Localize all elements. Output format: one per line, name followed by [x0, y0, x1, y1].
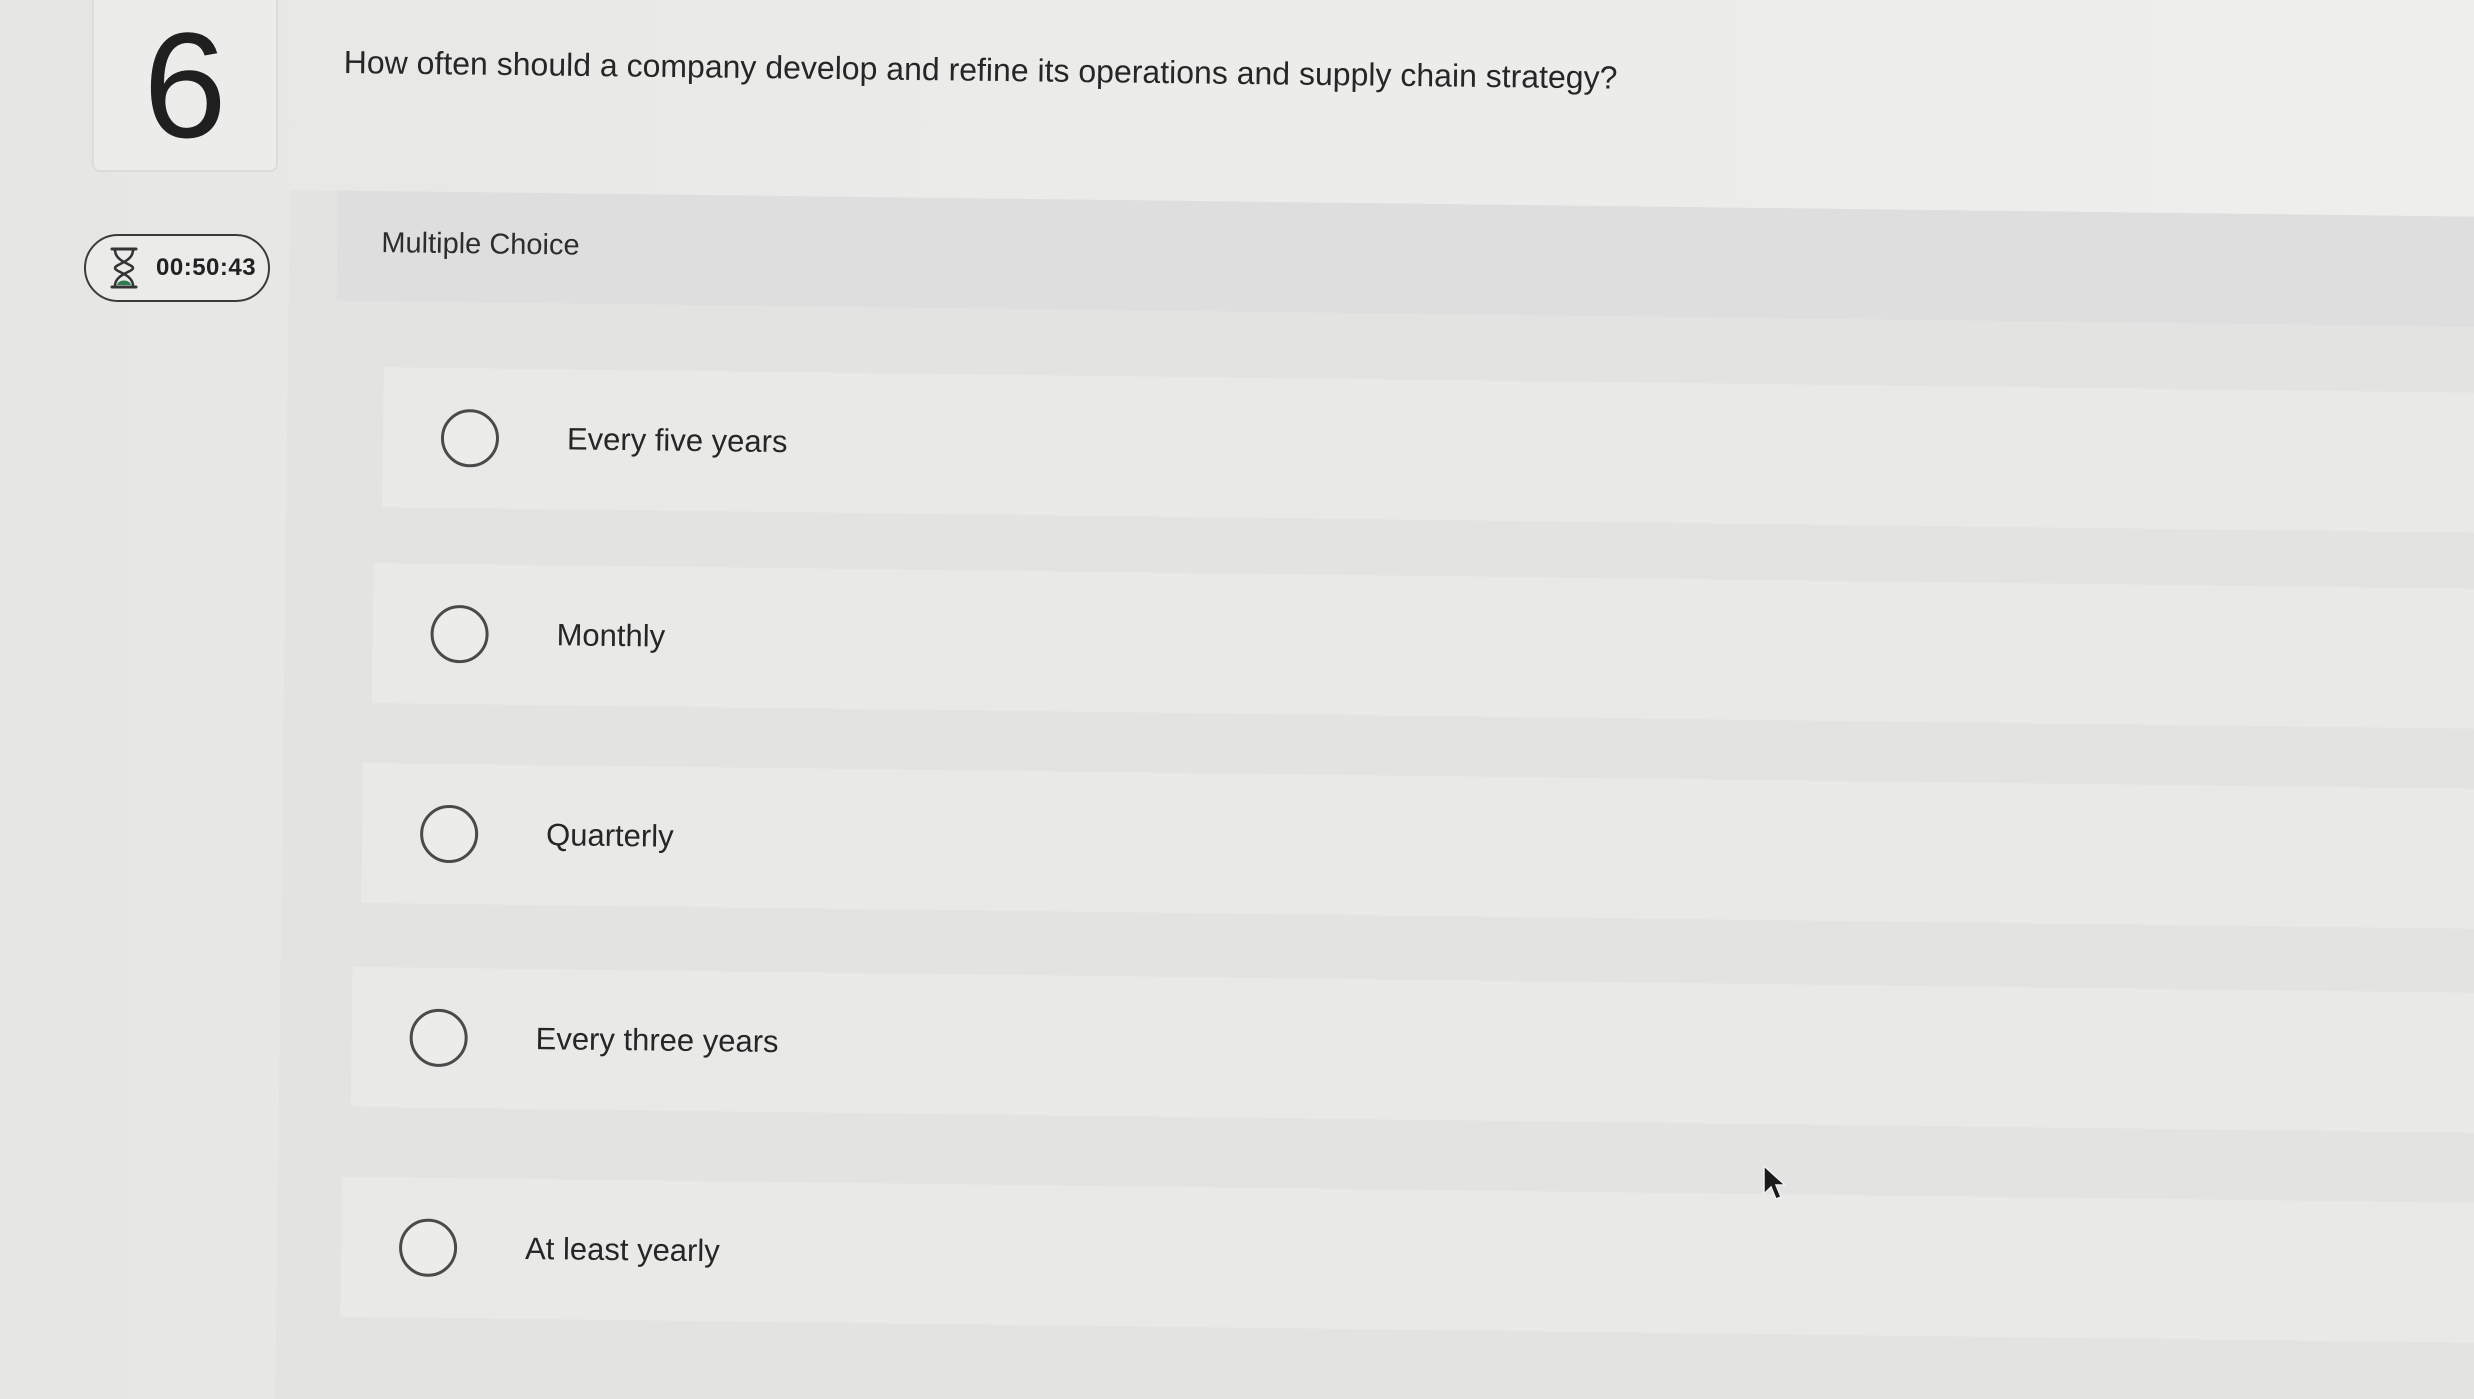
answer-option-label: Quarterly [545, 817, 674, 854]
radio-button[interactable] [398, 1218, 458, 1278]
radio-button[interactable] [430, 604, 489, 664]
answer-option-label: Every three years [535, 1021, 779, 1060]
mouse-cursor-icon [1763, 1164, 1787, 1200]
answer-option[interactable]: Every three years [350, 966, 2474, 1133]
question-number: 6 [143, 1, 227, 169]
question-number-box: 6 [92, 0, 278, 172]
question-text: How often should a company develop and r… [343, 44, 1618, 96]
answer-type-header [336, 190, 2474, 327]
radio-button[interactable] [440, 408, 500, 468]
answer-option-label: Every five years [566, 421, 788, 460]
hourglass-icon [106, 246, 142, 290]
answer-type-label: Multiple Choice [381, 227, 580, 262]
quiz-page: 6 00:50:43 How often should a company de… [0, 0, 2474, 1399]
answer-option[interactable]: Monthly [371, 563, 2474, 730]
answer-option[interactable]: Quarterly [361, 762, 2474, 930]
answer-option[interactable]: Every five years [382, 367, 2474, 534]
answer-option-label: Monthly [556, 617, 666, 654]
radio-button[interactable] [419, 804, 479, 864]
timer-badge[interactable]: 00:50:43 [84, 234, 270, 302]
answer-option-label: At least yearly [524, 1230, 720, 1269]
timer-text: 00:50:43 [156, 254, 257, 281]
radio-button[interactable] [409, 1008, 469, 1068]
answer-panel: Multiple Choice Every five years Monthly… [275, 190, 2474, 1399]
answer-option[interactable]: At least yearly [340, 1176, 2474, 1343]
